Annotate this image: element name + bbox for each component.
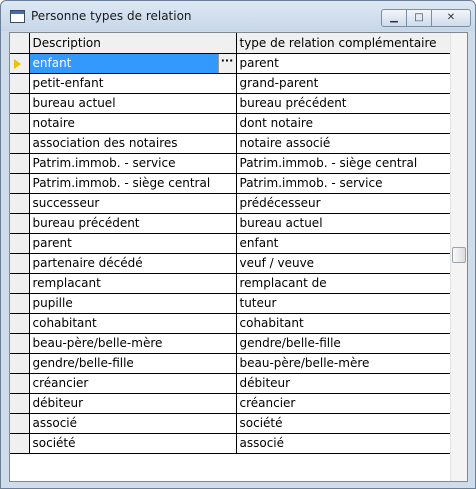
row-selector[interactable]: [10, 213, 30, 234]
table-row[interactable]: bureau actuel bureau précédent: [10, 93, 451, 114]
row-selector[interactable]: [10, 373, 30, 394]
vertical-scrollbar[interactable]: [450, 33, 467, 481]
cell-complementary-type[interactable]: société: [236, 413, 451, 434]
table-row[interactable]: associé société: [10, 413, 451, 434]
row-selector[interactable]: [10, 353, 30, 374]
cell-complementary-type[interactable]: bureau actuel: [236, 213, 451, 234]
row-selector[interactable]: [10, 393, 30, 414]
row-selector[interactable]: [10, 173, 30, 194]
scrollbar-thumb[interactable]: [452, 247, 466, 263]
cell-description[interactable]: beau-père/belle-mère: [29, 333, 237, 354]
cell-description[interactable]: société: [29, 433, 237, 454]
table-row[interactable]: cohabitant cohabitant: [10, 313, 451, 334]
cell-complementary-type[interactable]: prédécesseur: [236, 193, 451, 214]
row-selector[interactable]: [10, 93, 30, 114]
cell-complementary-type[interactable]: gendre/belle-fille: [236, 333, 451, 354]
table-row[interactable]: successeur prédécesseur: [10, 193, 451, 214]
table-row[interactable]: débiteur créancier: [10, 393, 451, 414]
cell-text: enfant: [32, 56, 72, 70]
cell-complementary-type[interactable]: Patrim.immob. - service: [236, 173, 451, 194]
cell-complementary-type[interactable]: remplacant de: [236, 273, 451, 294]
row-selector[interactable]: [10, 53, 30, 74]
cell-complementary-type[interactable]: tuteur: [236, 293, 451, 314]
cell-description[interactable]: associé: [29, 413, 237, 434]
grid-container: Description type de relation complémenta…: [9, 32, 468, 482]
cell-complementary-type[interactable]: enfant: [236, 233, 451, 254]
close-button[interactable]: ✕: [431, 9, 471, 27]
row-selector[interactable]: [10, 293, 30, 314]
table-row[interactable]: beau-père/belle-mère gendre/belle-fille: [10, 333, 451, 354]
cell-complementary-type[interactable]: parent: [236, 53, 451, 74]
window-controls: ▁ □ ✕: [381, 9, 471, 27]
row-selector[interactable]: [10, 133, 30, 154]
maximize-button[interactable]: □: [407, 9, 431, 27]
cell-description[interactable]: bureau précédent: [29, 213, 237, 234]
row-selector[interactable]: [10, 153, 30, 174]
row-selector[interactable]: [10, 193, 30, 214]
cell-complementary-type[interactable]: dont notaire: [236, 113, 451, 134]
cell-description[interactable]: gendre/belle-fille: [29, 353, 237, 374]
table-row[interactable]: bureau précédent bureau actuel: [10, 213, 451, 234]
table-row[interactable]: société associé: [10, 433, 451, 454]
table-row[interactable]: pupille tuteur: [10, 293, 451, 314]
cell-description[interactable]: bureau actuel: [29, 93, 237, 114]
cell-description[interactable]: enfant ···: [29, 53, 237, 74]
cell-description[interactable]: cohabitant: [29, 313, 237, 334]
table-row[interactable]: notaire dont notaire: [10, 113, 451, 134]
row-selector[interactable]: [10, 253, 30, 274]
row-selector[interactable]: [10, 73, 30, 94]
cell-complementary-type[interactable]: cohabitant: [236, 313, 451, 334]
row-selector[interactable]: [10, 273, 30, 294]
row-selector[interactable]: [10, 313, 30, 334]
cell-complementary-type[interactable]: créancier: [236, 393, 451, 414]
table-row[interactable]: créancier débiteur: [10, 373, 451, 394]
table-row[interactable]: petit-enfant grand-parent: [10, 73, 451, 94]
column-header-complementary-type[interactable]: type de relation complémentaire: [236, 33, 451, 54]
table-row[interactable]: remplacant remplacant de: [10, 273, 451, 294]
row-selector[interactable]: [10, 413, 30, 434]
cell-complementary-type[interactable]: Patrim.immob. - siège central: [236, 153, 451, 174]
cell-description[interactable]: successeur: [29, 193, 237, 214]
cell-description[interactable]: notaire: [29, 113, 237, 134]
current-row-arrow-icon: [14, 58, 21, 69]
row-selector[interactable]: [10, 113, 30, 134]
relation-types-grid: Description type de relation complémenta…: [10, 33, 451, 454]
cell-complementary-type[interactable]: veuf / veuve: [236, 253, 451, 274]
window: Personne types de relation ▁ □ ✕ Descrip…: [0, 0, 476, 489]
cell-description[interactable]: Patrim.immob. - siège central: [29, 173, 237, 194]
cell-description[interactable]: remplacant: [29, 273, 237, 294]
table-row[interactable]: partenaire décédé veuf / veuve: [10, 253, 451, 274]
ellipsis-button[interactable]: ···: [217, 53, 235, 72]
minimize-button[interactable]: ▁: [381, 9, 407, 27]
table-row[interactable]: parent enfant: [10, 233, 451, 254]
row-selector[interactable]: [10, 233, 30, 254]
table-row[interactable]: association des notaires notaire associé: [10, 133, 451, 154]
cell-complementary-type[interactable]: grand-parent: [236, 73, 451, 94]
cell-description[interactable]: petit-enfant: [29, 73, 237, 94]
table-row[interactable]: enfant ··· parent: [10, 53, 451, 74]
table-row[interactable]: Patrim.immob. - service Patrim.immob. - s…: [10, 153, 451, 174]
window-icon: [10, 10, 25, 23]
row-selector[interactable]: [10, 433, 30, 454]
cell-description[interactable]: association des notaires: [29, 133, 237, 154]
row-selector[interactable]: [10, 333, 30, 354]
window-title: Personne types de relation: [31, 9, 192, 23]
header-corner: [10, 33, 30, 54]
table-row[interactable]: gendre/belle-fille beau-père/belle-mère: [10, 353, 451, 374]
cell-complementary-type[interactable]: débiteur: [236, 373, 451, 394]
column-header-description[interactable]: Description: [29, 33, 237, 54]
cell-description[interactable]: parent: [29, 233, 237, 254]
grid-header-row: Description type de relation complémenta…: [10, 33, 451, 54]
cell-complementary-type[interactable]: associé: [236, 433, 451, 454]
title-bar[interactable]: Personne types de relation ▁ □ ✕: [1, 1, 475, 31]
cell-description[interactable]: Patrim.immob. - service: [29, 153, 237, 174]
table-row[interactable]: Patrim.immob. - siège central Patrim.immo…: [10, 173, 451, 194]
cell-description[interactable]: débiteur: [29, 393, 237, 414]
cell-description[interactable]: créancier: [29, 373, 237, 394]
cell-complementary-type[interactable]: bureau précédent: [236, 93, 451, 114]
cell-description[interactable]: partenaire décédé: [29, 253, 237, 274]
cell-description[interactable]: pupille: [29, 293, 237, 314]
cell-complementary-type[interactable]: beau-père/belle-mère: [236, 353, 451, 374]
cell-complementary-type[interactable]: notaire associé: [236, 133, 451, 154]
